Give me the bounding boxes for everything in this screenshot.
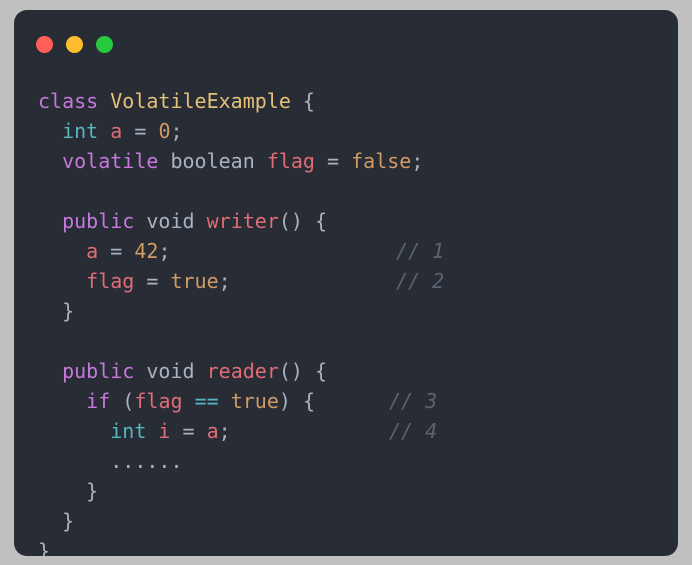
code-token-func: reader [206,359,279,383]
code-token-keyword: class [38,89,111,113]
code-token-punct: } [38,299,75,323]
code-window: class VolatileExample { int a = 0; volat… [14,10,678,556]
maximize-window-button[interactable] [96,36,113,53]
code-token-punct: () { [278,209,328,233]
window-controls [36,36,113,53]
code-line: public void writer() { [38,206,678,236]
code-line: class VolatileExample { [38,86,678,116]
code-token-var: a [110,119,123,143]
code-token-number: 0 [158,119,171,143]
code-token-punct: = [314,149,352,173]
minimize-window-button[interactable] [66,36,83,53]
code-line: } [38,506,678,536]
code-token-punct: = [122,119,159,143]
code-token-keyword: if [86,389,111,413]
code-token-var: i [158,419,171,443]
code-token-punct: } [38,479,99,503]
code-token-dots: ...... [110,449,183,473]
code-token-punct: ) { [278,389,316,413]
code-block[interactable]: class VolatileExample { int a = 0; volat… [38,86,678,556]
code-token-punct: ; [158,239,171,263]
code-token-punct: ; [170,119,183,143]
code-line: public void reader() { [38,356,678,386]
code-line: ...... [38,446,678,476]
code-token-var: flag [134,389,183,413]
code-token-class: VolatileExample [110,89,291,113]
code-token-var: flag [86,269,135,293]
code-token-punct: = [134,269,171,293]
code-token-punct: ; [411,149,424,173]
code-comment: // 3 [389,389,438,413]
code-token-type: int [62,119,99,143]
code-token-punct: ( [110,389,135,413]
code-token-func: writer [206,209,279,233]
code-line: } [38,536,678,556]
code-token-keyword: public [62,209,135,233]
code-comment: // 2 [396,269,445,293]
code-token-punct: } [38,539,51,556]
code-token-punct: = [170,419,207,443]
code-token-const: false [351,149,412,173]
code-token-var: a [206,419,219,443]
code-line: a = 42; // 1 [38,236,678,266]
code-token-const: true [170,269,219,293]
code-line: flag = true; // 2 [38,266,678,296]
code-line: } [38,476,678,506]
code-token-var: a [86,239,99,263]
code-comment: // 1 [396,239,445,263]
code-token-punct: } [38,509,75,533]
code-token-punct: ; [218,269,231,293]
code-token-type: int [110,419,147,443]
code-token-const: true [230,389,279,413]
close-window-button[interactable] [36,36,53,53]
code-comment: // 4 [389,419,438,443]
code-token-builtin: void [146,359,195,383]
code-token-operator: == [194,389,219,413]
code-token-number: 42 [134,239,159,263]
code-token-punct: { [290,89,315,113]
code-line: if (flag == true) { // 3 [38,386,678,416]
code-token-builtin: void [146,209,195,233]
window-titlebar [14,10,678,72]
code-token-punct: ; [218,419,231,443]
code-token-punct: () { [278,359,328,383]
code-token-keyword: public [62,359,135,383]
code-line: int i = a; // 4 [38,416,678,446]
code-token-builtin: boolean [170,149,255,173]
code-line: volatile boolean flag = false; [38,146,678,176]
code-token-keyword: volatile [62,149,159,173]
code-line: } [38,296,678,326]
code-token-var: flag [266,149,315,173]
code-token-punct: = [98,239,135,263]
code-line: int a = 0; [38,116,678,146]
